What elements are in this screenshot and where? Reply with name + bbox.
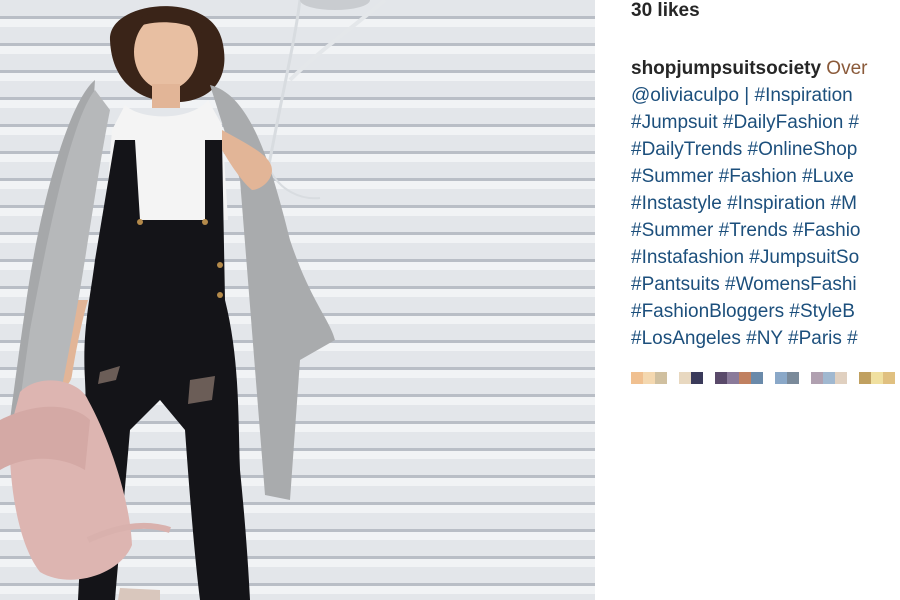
pixel-block: [847, 372, 859, 384]
caption-line-7[interactable]: #Instafashion #JumpsuitSo: [631, 244, 900, 271]
pixel-block: [823, 372, 835, 384]
pixel-block: [895, 372, 900, 384]
pixel-block: [691, 372, 703, 384]
pixel-block: [643, 372, 655, 384]
pixel-block: [787, 372, 799, 384]
username-link[interactable]: shopjumpsuitsociety: [631, 58, 821, 79]
caption-text: Over: [821, 58, 868, 79]
pixelated-comment: [631, 372, 900, 384]
pixel-block: [739, 372, 751, 384]
pixel-block: [835, 372, 847, 384]
caption-line-10[interactable]: #LosAngeles #NY #Paris #: [631, 325, 900, 352]
caption-line-3[interactable]: #DailyTrends #OnlineShop: [631, 136, 900, 163]
pixel-block: [703, 372, 715, 384]
pixel-block: [667, 372, 679, 384]
caption-line-8[interactable]: #Pantsuits #WomensFashi: [631, 271, 900, 298]
caption-line-1[interactable]: @oliviaculpo | #Inspiration: [631, 82, 900, 109]
post-details: 30 likes shopjumpsuitsociety Over @olivi…: [595, 0, 900, 600]
pixel-block: [775, 372, 787, 384]
pixel-block: [871, 372, 883, 384]
photo-illustration: [0, 0, 387, 600]
pixel-block: [655, 372, 667, 384]
pixel-block: [751, 372, 763, 384]
caption-first-line: shopjumpsuitsociety Over: [631, 55, 900, 82]
pixel-block: [763, 372, 775, 384]
caption-line-4[interactable]: #Summer #Fashion #Luxe: [631, 163, 900, 190]
caption-line-2[interactable]: #Jumpsuit #DailyFashion #: [631, 109, 900, 136]
caption-line-5[interactable]: #Instastyle #Inspiration #M: [631, 190, 900, 217]
like-count[interactable]: 30 likes: [631, 0, 700, 22]
pixel-block: [631, 372, 643, 384]
pixel-block: [727, 372, 739, 384]
pixel-block: [859, 372, 871, 384]
caption-line-6[interactable]: #Summer #Trends #Fashio: [631, 217, 900, 244]
pixel-block: [715, 372, 727, 384]
pixel-block: [811, 372, 823, 384]
pixel-block: [679, 372, 691, 384]
caption-line-9[interactable]: #FashionBloggers #StyleB: [631, 298, 900, 325]
post-caption: shopjumpsuitsociety Over @oliviaculpo | …: [631, 55, 900, 352]
pixel-block: [883, 372, 895, 384]
post-photo[interactable]: [0, 0, 595, 600]
pixel-block: [799, 372, 811, 384]
